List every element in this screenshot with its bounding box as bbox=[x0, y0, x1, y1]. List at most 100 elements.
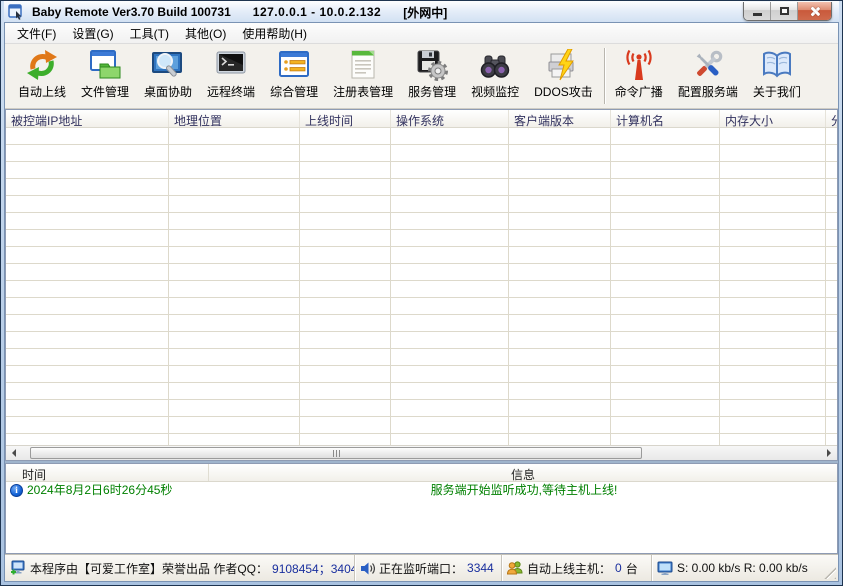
status-online-unit: 台 bbox=[626, 560, 638, 577]
menu-settings[interactable]: 设置(G) bbox=[64, 23, 121, 44]
users-icon bbox=[507, 560, 523, 576]
close-icon bbox=[809, 6, 820, 17]
printer-lightning-icon bbox=[547, 48, 580, 81]
column-header-computer-name[interactable]: 计算机名 bbox=[611, 110, 720, 127]
minimize-button[interactable] bbox=[744, 2, 771, 20]
monitor-icon bbox=[657, 560, 673, 576]
log-entry-message: 服务端开始监听成功,等待主机上线! bbox=[209, 482, 839, 499]
info-icon: i bbox=[10, 484, 23, 497]
registry-document-icon bbox=[347, 48, 380, 81]
left-triangle-icon bbox=[8, 449, 16, 457]
title-bar[interactable]: Baby Remote Ver3.70 Build 100731 127.0.0… bbox=[4, 1, 839, 22]
log-column-info[interactable]: 信息 bbox=[209, 464, 837, 481]
toolbar-remote-terminal[interactable]: 远程终端 bbox=[202, 47, 260, 101]
toolbar-label: 命令广播 bbox=[615, 83, 663, 100]
list-window-icon bbox=[278, 48, 311, 81]
toolbar-command-broadcast[interactable]: 命令广播 bbox=[610, 47, 668, 101]
grid-line bbox=[390, 128, 391, 446]
status-bar: 本程序由【可爱工作室】荣誉出品 作者QQ：9108454；34048 正在监听端… bbox=[5, 554, 838, 581]
toolbar: 自动上线 文件管理 桌面协助 远程终端 bbox=[5, 44, 838, 109]
horizontal-scrollbar[interactable] bbox=[6, 445, 837, 460]
menu-other[interactable]: 其他(O) bbox=[177, 23, 234, 44]
column-header-client-version[interactable]: 客户端版本 bbox=[509, 110, 611, 127]
grid-line bbox=[825, 128, 826, 446]
scrollbar-thumb[interactable] bbox=[30, 447, 642, 459]
minimize-icon bbox=[753, 13, 762, 16]
toolbar-registry-manage[interactable]: 注册表管理 bbox=[328, 47, 398, 101]
open-book-icon bbox=[760, 48, 793, 81]
log-column-time[interactable]: 时间 bbox=[6, 464, 209, 481]
tools-icon bbox=[691, 48, 724, 81]
toolbar-label: 远程终端 bbox=[207, 83, 255, 100]
window-controls bbox=[743, 2, 832, 21]
screen-magnifier-icon bbox=[152, 48, 185, 81]
toolbar-label: 文件管理 bbox=[81, 83, 129, 100]
status-traffic-text: S: 0.00 kb/s R: 0.00 kb/s bbox=[677, 561, 808, 575]
column-header-os[interactable]: 操作系统 bbox=[391, 110, 509, 127]
status-listening-port: 3344 bbox=[467, 561, 494, 575]
log-list: 时间 信息 i 2024年8月2日6时26分45秒 服务端开始监听成功,等待主机… bbox=[5, 463, 838, 554]
maximize-icon bbox=[780, 7, 789, 15]
host-list-body[interactable] bbox=[6, 128, 837, 446]
toolbar-file-manager[interactable]: 文件管理 bbox=[76, 47, 134, 101]
toolbar-configure-server[interactable]: 配置服务端 bbox=[673, 47, 743, 101]
toolbar-desktop-assist[interactable]: 桌面协助 bbox=[139, 47, 197, 101]
host-list-header: 被控端IP地址 地理位置 上线时间 操作系统 客户端版本 计算机名 内存大小 分 bbox=[6, 110, 837, 128]
toolbar-label: 桌面协助 bbox=[144, 83, 192, 100]
toolbar-service-manage[interactable]: 服务管理 bbox=[403, 47, 461, 101]
toolbar-video-monitor[interactable]: 视频监控 bbox=[466, 47, 524, 101]
client-area: 文件(F) 设置(G) 工具(T) 其他(O) 使用帮助(H) 自动上线 文件管… bbox=[4, 22, 839, 582]
toolbar-separator bbox=[604, 48, 606, 104]
toolbar-about-us[interactable]: 关于我们 bbox=[748, 47, 806, 101]
scroll-left-arrow[interactable] bbox=[6, 446, 21, 460]
status-credit-pane: 本程序由【可爱工作室】荣誉出品 作者QQ：9108454；34048 bbox=[5, 555, 355, 581]
terminal-icon bbox=[215, 48, 248, 81]
toolbar-label: 服务管理 bbox=[408, 83, 456, 100]
status-credit-text: 本程序由【可爱工作室】荣誉出品 作者QQ： bbox=[30, 560, 268, 577]
toolbar-label: 综合管理 bbox=[270, 83, 318, 100]
log-entry[interactable]: i 2024年8月2日6时26分45秒 服务端开始监听成功,等待主机上线! bbox=[6, 482, 837, 499]
resize-grip[interactable] bbox=[823, 566, 836, 579]
column-header-ip[interactable]: 被控端IP地址 bbox=[6, 110, 169, 127]
status-listening-label: 正在监听端口： bbox=[379, 560, 463, 577]
window-title-net-status: [外网中] bbox=[403, 4, 447, 21]
status-listening-pane: 正在监听端口： 3344 bbox=[355, 555, 502, 581]
grid-line bbox=[508, 128, 509, 446]
menu-file[interactable]: 文件(F) bbox=[9, 23, 64, 44]
status-traffic-pane: S: 0.00 kb/s R: 0.00 kb/s bbox=[652, 555, 838, 581]
toolbar-auto-online[interactable]: 自动上线 bbox=[13, 47, 71, 101]
scroll-right-arrow[interactable] bbox=[822, 446, 837, 460]
grid-line bbox=[168, 128, 169, 446]
app-icon bbox=[8, 4, 24, 20]
column-header-memory[interactable]: 内存大小 bbox=[720, 110, 826, 127]
grid-line bbox=[299, 128, 300, 446]
disk-gear-icon bbox=[416, 48, 449, 81]
grid-line bbox=[719, 128, 720, 446]
toolbar-label: 注册表管理 bbox=[333, 83, 393, 100]
status-online-pane: 自动上线主机：0台 bbox=[502, 555, 652, 581]
column-header-online-time[interactable]: 上线时间 bbox=[300, 110, 391, 127]
add-computer-icon bbox=[10, 560, 26, 576]
folder-window-icon bbox=[89, 48, 122, 81]
grid-line bbox=[610, 128, 611, 446]
toolbar-label: 配置服务端 bbox=[678, 83, 738, 100]
column-header-location[interactable]: 地理位置 bbox=[169, 110, 300, 127]
toolbar-label: DDOS攻击 bbox=[534, 83, 593, 100]
toolbar-label: 视频监控 bbox=[471, 83, 519, 100]
host-list: 被控端IP地址 地理位置 上线时间 操作系统 客户端版本 计算机名 内存大小 分 bbox=[5, 109, 838, 462]
toolbar-label: 自动上线 bbox=[18, 83, 66, 100]
toolbar-general-manage[interactable]: 综合管理 bbox=[265, 47, 323, 101]
close-button[interactable] bbox=[798, 2, 831, 20]
window-title: Baby Remote Ver3.70 Build 100731 bbox=[32, 5, 231, 19]
menu-tools[interactable]: 工具(T) bbox=[122, 23, 177, 44]
column-header-resolution[interactable]: 分 bbox=[826, 110, 837, 127]
maximize-button[interactable] bbox=[771, 2, 798, 20]
toolbar-label: 关于我们 bbox=[753, 83, 801, 100]
menu-bar: 文件(F) 设置(G) 工具(T) 其他(O) 使用帮助(H) bbox=[5, 23, 838, 44]
window-title-ip: 127.0.0.1 - 10.0.2.132 bbox=[253, 5, 381, 19]
log-entry-time: 2024年8月2日6时26分45秒 bbox=[27, 482, 172, 499]
right-triangle-icon bbox=[827, 449, 835, 457]
menu-help[interactable]: 使用帮助(H) bbox=[234, 23, 315, 44]
sync-arrows-icon bbox=[26, 48, 59, 81]
toolbar-ddos-attack[interactable]: DDOS攻击 bbox=[529, 47, 598, 101]
